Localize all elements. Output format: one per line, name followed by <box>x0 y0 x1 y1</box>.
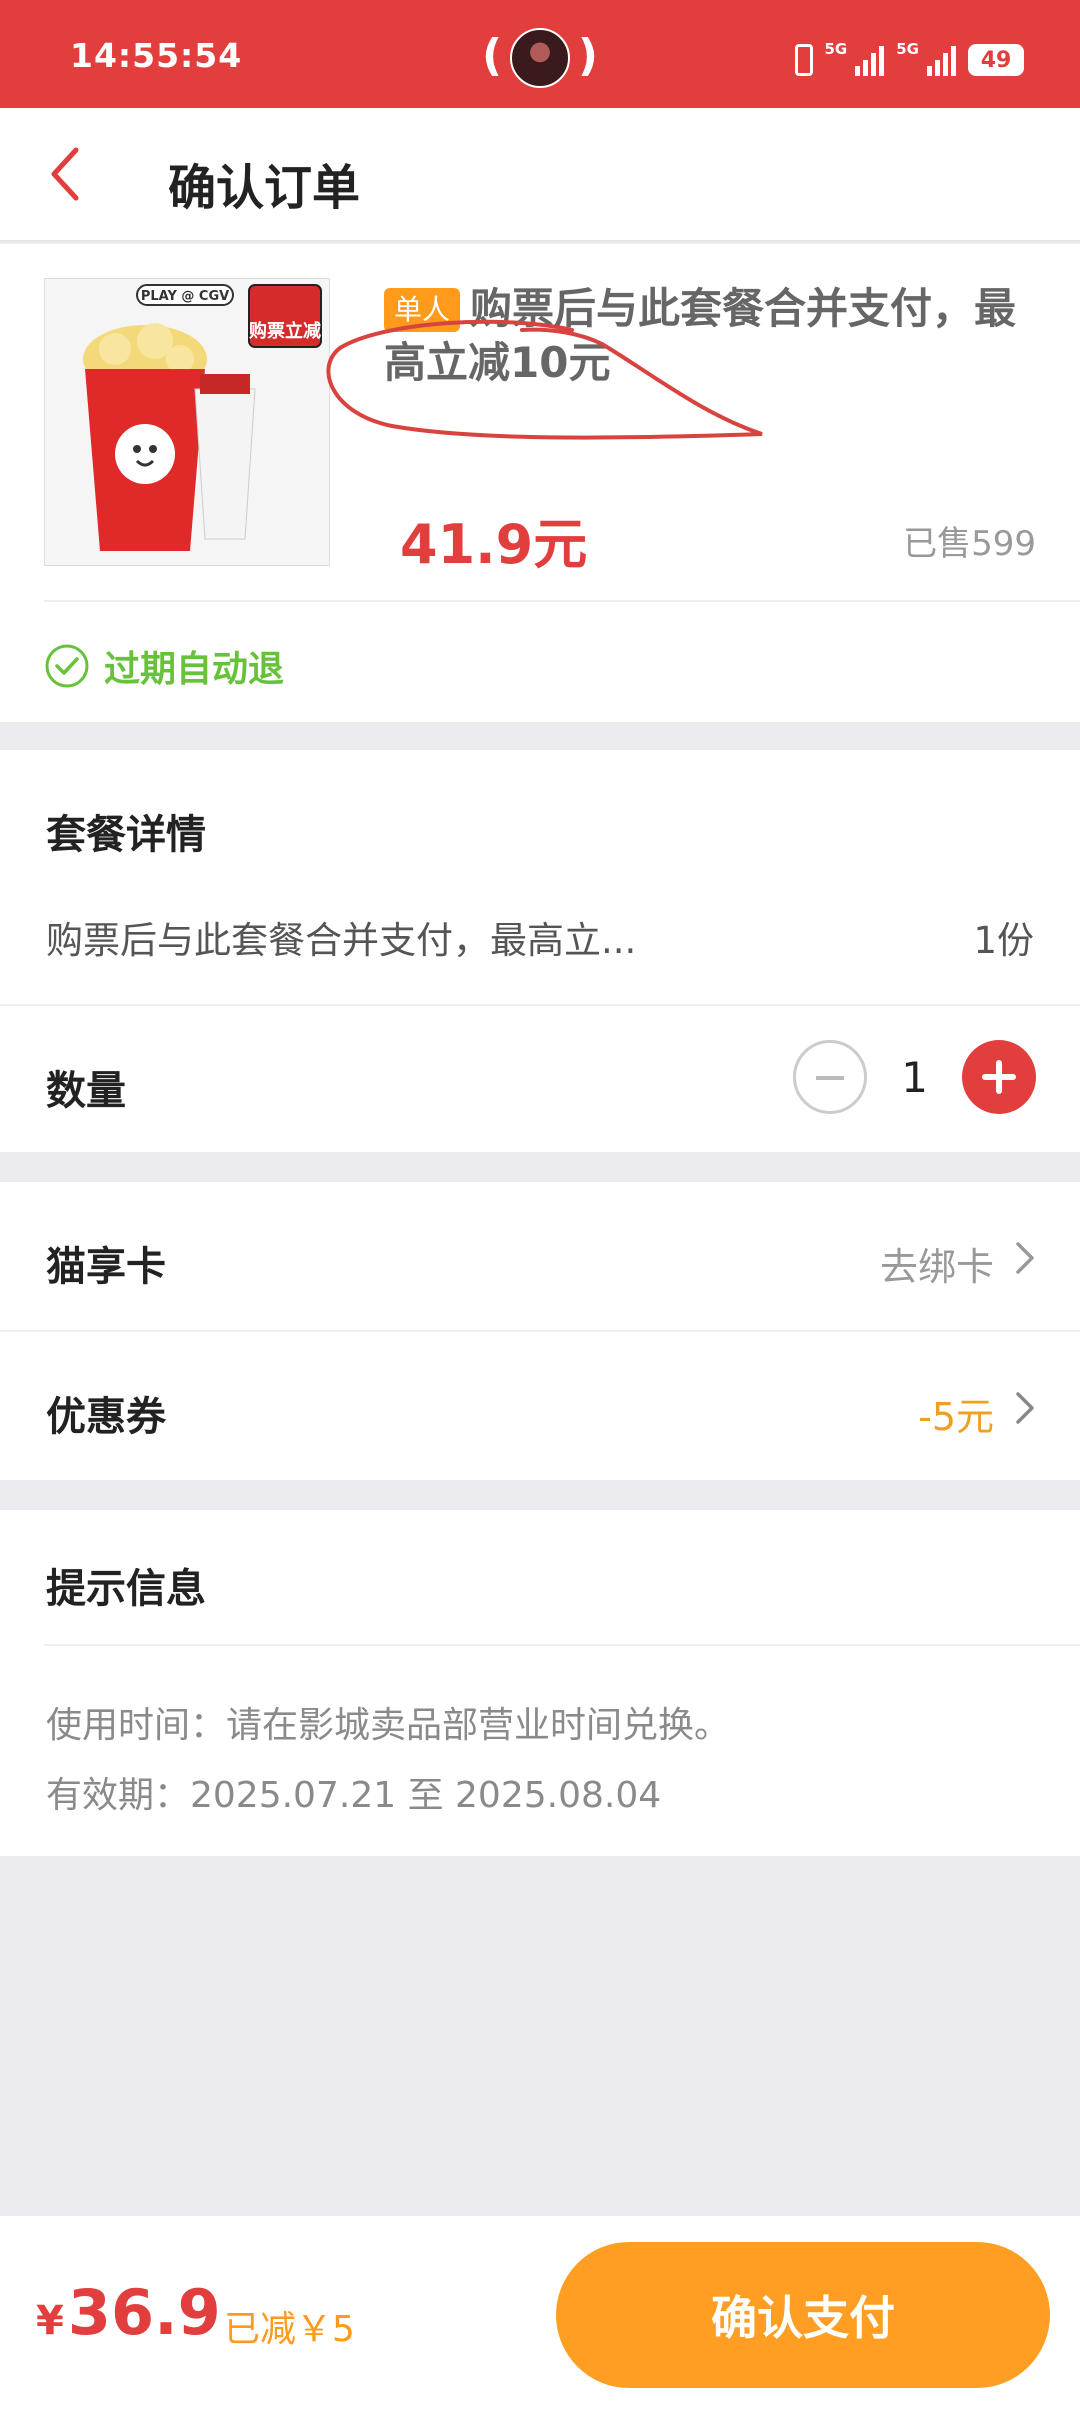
product-image: PLAY @ CGV 购票立减 <box>44 278 330 566</box>
product-badge: 单人 <box>384 288 461 332</box>
refund-label: 过期自动退 <box>104 649 285 690</box>
product-title: 单人 购票后与此套餐合并支付，最高立减10元 <box>384 282 1024 390</box>
header: 确认订单 <box>0 108 1080 242</box>
currency-symbol: ¥ <box>36 2298 64 2344</box>
increase-quantity-button[interactable] <box>962 1040 1036 1114</box>
image-label-badge: 购票立减 <box>249 320 321 342</box>
discount-amount: 已减￥5 <box>224 2309 355 2350</box>
confirm-pay-button[interactable]: 确认支付 <box>556 2242 1050 2388</box>
product-card: PLAY @ CGV 购票立减 单人 购票后与此套餐合并支付，最高立减10元 41… <box>0 244 1080 722</box>
tips-section: 提示信息 使用时间：请在影城卖品部营业时间兑换。 有效期：2025.07.21 … <box>0 1510 1080 1856</box>
total-amount: 36.9 <box>67 2276 221 2349</box>
check-circle-icon <box>45 644 89 688</box>
chevron-right-icon <box>1016 1242 1034 1274</box>
member-card-row[interactable]: 猫享卡 去绑卡 <box>0 1182 1080 1330</box>
signal-icon <box>855 44 885 76</box>
refund-policy: 过期自动退 <box>44 640 284 692</box>
status-time: 14:55:54 <box>70 36 243 75</box>
divider <box>44 1644 1080 1646</box>
quantity-value: 1 <box>901 1052 928 1102</box>
signal-icon <box>927 44 956 76</box>
battery-icon: 49 <box>968 44 1024 76</box>
network-label-2: 5G <box>896 40 919 58</box>
product-price: 41.9元 <box>400 513 588 576</box>
coupon-value[interactable]: -5元 <box>918 1386 994 1441</box>
divider <box>0 1004 1080 1006</box>
chevron-right-icon <box>1016 1392 1034 1424</box>
package-details: 套餐详情 购票后与此套餐合并支付，最高立... 1份 数量 1 <box>0 750 1080 1152</box>
avatar-icon <box>510 28 570 88</box>
product-title-text: 购票后与此套餐合并支付，最高立减10元 <box>384 284 1017 387</box>
coupon-row[interactable]: 优惠券 -5元 <box>0 1332 1080 1480</box>
package-item-qty: 1份 <box>973 919 1034 962</box>
chevron-left-icon <box>51 147 79 201</box>
decrease-quantity-button[interactable] <box>793 1040 868 1114</box>
total-price: ¥ 36.9 <box>36 2276 221 2349</box>
section-title-details: 套餐详情 <box>46 812 206 858</box>
image-label-top: PLAY @ CGV <box>141 289 229 304</box>
vibrate-icon <box>794 44 813 76</box>
divider <box>44 600 1080 602</box>
quantity-stepper: 1 <box>793 1040 1036 1114</box>
network-label-1: 5G <box>824 40 848 58</box>
status-icons: 5G 5G 49 <box>794 40 1024 80</box>
status-center-avatar: ( ) <box>480 28 600 88</box>
coupon-label: 优惠券 <box>46 1394 166 1440</box>
back-button[interactable] <box>40 144 100 204</box>
bind-card-link[interactable]: 去绑卡 <box>880 1236 994 1291</box>
section-title-tips: 提示信息 <box>46 1566 206 1612</box>
tip-validity: 有效期：2025.07.21 至 2025.08.04 <box>46 1775 662 1816</box>
product-sold-count: 已售599 <box>903 524 1036 564</box>
package-item-desc: 购票后与此套餐合并支付，最高立... <box>46 919 637 962</box>
status-bar: 14:55:54 ( ) 5G 5G 49 <box>0 0 1080 108</box>
payment-options: 猫享卡 去绑卡 优惠券 -5元 <box>0 1182 1080 1480</box>
bottom-bar: ¥ 36.9 已减￥5 确认支付 <box>0 2216 1080 2412</box>
member-card-label: 猫享卡 <box>46 1244 166 1290</box>
tip-usage-time: 使用时间：请在影城卖品部营业时间兑换。 <box>46 1705 731 1746</box>
page-title: 确认订单 <box>168 160 361 216</box>
order-confirm-page: 14:55:54 ( ) 5G 5G 49 确认订单 PLAY @ CGV 购票… <box>0 0 1080 2412</box>
quantity-label: 数量 <box>46 1068 126 1114</box>
